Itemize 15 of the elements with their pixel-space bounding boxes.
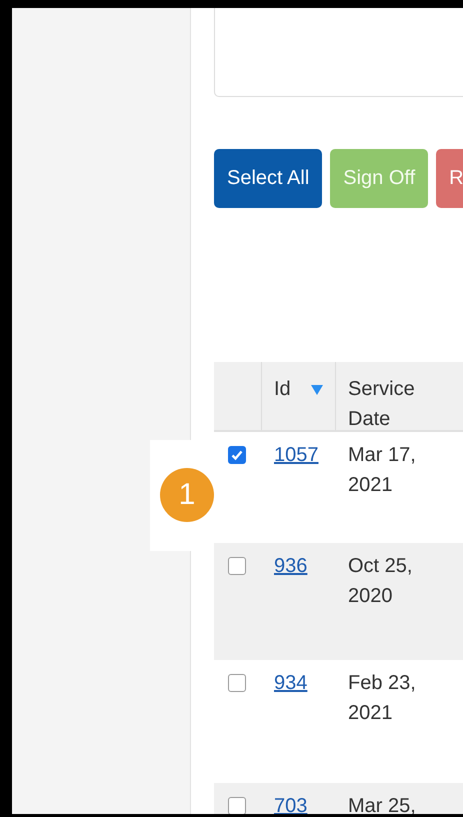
service-date: Mar 17, 2021: [347, 443, 417, 498]
row-checkbox[interactable]: [228, 674, 246, 692]
id-link[interactable]: 936: [262, 555, 308, 577]
service-date: Feb 23, 2021: [347, 671, 417, 726]
action-button[interactable]: Select All: [214, 149, 322, 208]
id-link[interactable]: 934: [262, 672, 308, 694]
row-checkbox[interactable]: [228, 797, 246, 814]
id-link[interactable]: 1057: [262, 444, 318, 466]
column-header[interactable]: Service Date: [336, 362, 456, 430]
row-checkbox[interactable]: [228, 557, 246, 575]
column-header[interactable]: Id: [262, 362, 336, 430]
id-link[interactable]: 703: [262, 795, 308, 814]
service-date: Oct 25, 2020: [347, 554, 414, 609]
action-button[interactable]: R: [436, 149, 463, 208]
row-checkbox[interactable]: [228, 446, 246, 464]
